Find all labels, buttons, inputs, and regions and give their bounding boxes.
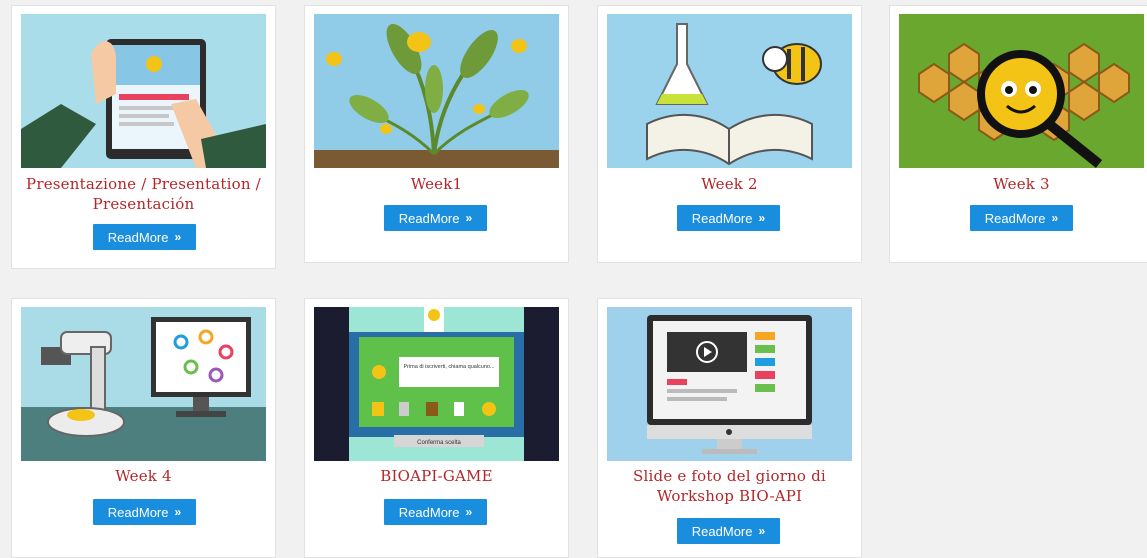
card-week4: Week 4 ReadMore » <box>11 298 276 558</box>
plant-bees-icon[interactable] <box>314 14 559 168</box>
chevron-right-icon: » <box>174 230 182 244</box>
chevron-right-icon: » <box>465 211 473 225</box>
card-week1: Week1 ReadMore » <box>304 5 569 263</box>
readmore-button[interactable]: ReadMore » <box>93 224 196 250</box>
arcade-game-icon[interactable]: Prima di iscriverti, chiama qualcuno... … <box>314 307 559 461</box>
readmore-label: ReadMore <box>691 523 753 539</box>
honeycomb-magnifier-icon[interactable] <box>899 14 1144 168</box>
card-bioapi-game: Prima di iscriverti, chiama qualcuno... … <box>304 298 569 558</box>
readmore-label: ReadMore <box>398 504 460 520</box>
card-week2: Week 2 ReadMore » <box>597 5 862 263</box>
chevron-right-icon: » <box>465 505 473 519</box>
tablet-bee-icon[interactable] <box>21 14 266 168</box>
card-title: Presentazione / Presentation / Presentac… <box>26 175 261 213</box>
card-title: BIOAPI-GAME <box>380 467 493 485</box>
card-title: Week1 <box>410 175 463 193</box>
readmore-label: ReadMore <box>398 210 460 226</box>
chevron-right-icon: » <box>758 524 766 538</box>
readmore-label: ReadMore <box>984 210 1046 226</box>
card-week3: Week 3 ReadMore » <box>889 5 1147 263</box>
chevron-right-icon: » <box>1051 211 1059 225</box>
card-title: Week 3 <box>993 175 1050 193</box>
book-flask-bee-icon[interactable] <box>607 14 852 168</box>
game-question: Prima di iscriverti, chiama qualcuno... <box>403 364 495 370</box>
readmore-button[interactable]: ReadMore » <box>677 205 780 231</box>
chevron-right-icon: » <box>758 211 766 225</box>
readmore-button[interactable]: ReadMore » <box>677 518 780 544</box>
game-footer-label: Conferma scelta <box>417 440 461 446</box>
readmore-button[interactable]: ReadMore » <box>970 205 1073 231</box>
card-title: Week 2 <box>701 175 758 193</box>
readmore-button[interactable]: ReadMore » <box>384 205 487 231</box>
card-title: Slide e foto del giorno di Workshop BIO-… <box>633 467 826 505</box>
readmore-button[interactable]: ReadMore » <box>384 499 487 525</box>
readmore-button[interactable]: ReadMore » <box>93 499 196 525</box>
chevron-right-icon: » <box>174 505 182 519</box>
card-presentazione: Presentazione / Presentation / Presentac… <box>11 5 276 269</box>
readmore-label: ReadMore <box>691 210 753 226</box>
video-monitor-icon[interactable] <box>607 307 852 461</box>
microscope-monitor-icon[interactable] <box>21 307 266 461</box>
card-title: Week 4 <box>115 467 172 485</box>
card-workshop: Slide e foto del giorno di Workshop BIO-… <box>597 298 862 558</box>
readmore-label: ReadMore <box>107 504 169 520</box>
readmore-label: ReadMore <box>107 229 169 245</box>
